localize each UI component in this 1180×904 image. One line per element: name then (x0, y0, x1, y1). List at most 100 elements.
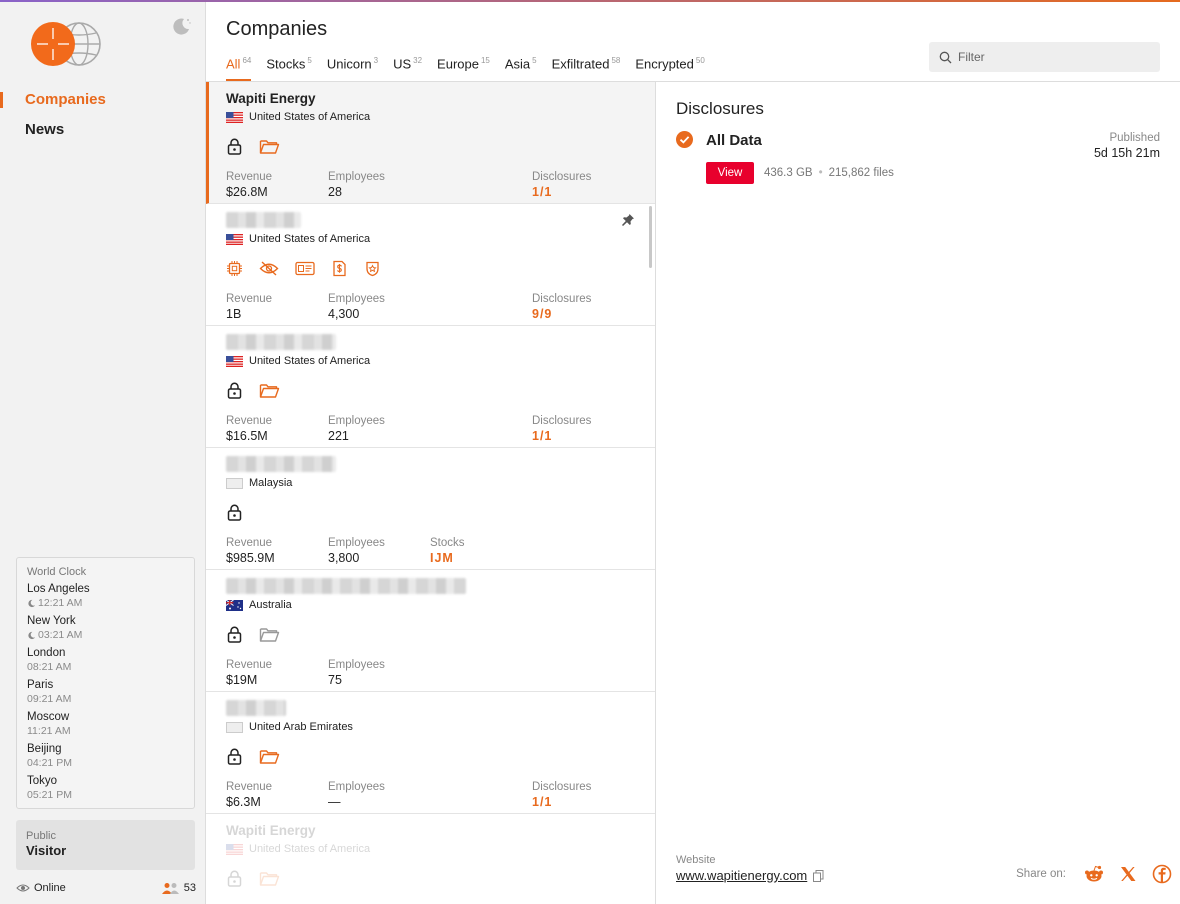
revenue-value: $6.3M (226, 795, 261, 809)
revenue-label: Revenue (226, 293, 273, 305)
clock-city: Moscow (27, 711, 70, 723)
revenue-label: Revenue (226, 659, 273, 671)
tab-count: 5 (307, 56, 312, 65)
tab-label: Unicorn (326, 56, 372, 72)
lock-icon (227, 748, 242, 765)
pin-icon[interactable] (621, 213, 635, 227)
tab-stocks[interactable]: Stocks 5 (266, 54, 311, 81)
website-url: www.wapitienergy.com (676, 868, 808, 883)
australia-flag-icon (226, 599, 243, 611)
tab-encrypted[interactable]: Encrypted 50 (635, 54, 704, 81)
company-card[interactable]: United Arab Emirates Revenue $6.3M Employee… (206, 692, 655, 814)
tab-label: Europe (437, 56, 479, 72)
revenue-value: $26.8M (226, 185, 268, 199)
online-status: Online (16, 882, 66, 894)
tab-asia[interactable]: Asia 5 (505, 54, 537, 81)
company-name-redacted (226, 456, 635, 474)
company-country: United Arab Emirates (226, 720, 635, 734)
reddit-icon[interactable] (1084, 864, 1104, 884)
eye-off-icon (259, 260, 279, 276)
company-country: United States of America (226, 110, 635, 124)
company-list: Wapiti Energy United States of America Rev… (206, 82, 656, 904)
flag-icon (226, 721, 243, 733)
users-icon (161, 883, 179, 894)
sidebar: Companies News World Clock Los Angeles 12… (0, 2, 206, 904)
visitor-role: Public (26, 830, 56, 842)
world-clock: World Clock Los Angeles 12:21 AM New York 0… (16, 557, 195, 809)
lock-icon (227, 870, 242, 887)
tab-europe[interactable]: Europe 15 (437, 54, 490, 81)
website-label: Website (676, 854, 716, 866)
company-country: Malaysia (226, 476, 635, 490)
company-card[interactable]: Wapiti Energy United States of America Rev… (206, 82, 655, 204)
country-name: United Arab Emirates (249, 721, 353, 733)
disclosures-value: 9/9 (532, 307, 553, 321)
country-name: Australia (249, 599, 292, 611)
badge-icon (366, 261, 379, 276)
lock-icon (227, 382, 242, 399)
x-twitter-icon[interactable] (1118, 864, 1138, 884)
folder-icon (259, 749, 280, 764)
disclosures-label: Disclosures (532, 415, 592, 427)
filter-input[interactable] (958, 50, 1148, 64)
disclosures-label: Disclosures (532, 171, 592, 183)
clock-time-value: 11:21 AM (27, 725, 71, 737)
nav-item-news[interactable]: News (6, 118, 206, 148)
chip-icon (227, 260, 242, 276)
revenue-label: Revenue (226, 781, 273, 793)
folder-icon (259, 383, 280, 398)
disclosure-name: All Data (706, 132, 762, 149)
dark-mode-moon-icon[interactable] (172, 16, 192, 36)
company-stats: Revenue $16.5M Employees 221 Disclosures 1/1 (226, 414, 635, 444)
company-card[interactable]: Malaysia Revenue $985.9M Employees 3,800 Stoc… (206, 448, 655, 570)
lock-icon (227, 626, 242, 643)
employees-label: Employees (328, 537, 385, 549)
clock-city: Tokyo (27, 775, 58, 787)
category-tabs: All 64 Stocks 5 Unicorn 3 US 32 Europe 15 Asia 5 Exf… (226, 54, 720, 81)
disclosures-title: Disclosures (676, 99, 764, 118)
company-tags (226, 136, 635, 156)
company-card[interactable]: United States of America Revenue $16.5M Emp… (206, 326, 655, 448)
share-bar: Share on: (1016, 864, 1172, 884)
company-tags (226, 502, 635, 522)
company-name: Wapiti Energy (226, 91, 316, 106)
employees-value: 75 (328, 673, 342, 687)
tab-count: 50 (695, 56, 705, 65)
company-card[interactable]: Australia Revenue $19M Employees 75 (206, 570, 655, 692)
tab-all[interactable]: All 64 (226, 54, 252, 81)
us-flag-icon (226, 843, 243, 855)
company-name-redacted (226, 700, 635, 718)
website-link[interactable]: www.wapitienergy.com (676, 868, 824, 883)
employees-value: — (328, 795, 341, 809)
filter-box[interactable] (929, 42, 1160, 72)
status-bar: Online 53 (16, 880, 196, 896)
view-button[interactable]: View (706, 162, 754, 184)
tab-us[interactable]: US 32 (393, 54, 422, 81)
company-country: United States of America (226, 232, 635, 246)
lock-icon (227, 138, 242, 155)
clock-time: 04:21 PM (27, 756, 184, 770)
employees-value: 28 (328, 185, 342, 199)
night-moon-icon (28, 631, 36, 639)
employees-value: 3,800 (328, 551, 360, 565)
tab-exfiltrated[interactable]: Exfiltrated 58 (552, 54, 621, 81)
visitor-card[interactable]: Public Visitor (16, 820, 195, 870)
revenue-value: $16.5M (226, 429, 268, 443)
list-scrollbar[interactable] (649, 206, 652, 268)
logo[interactable] (24, 20, 114, 72)
us-flag-icon (226, 111, 243, 123)
online-label: Online (34, 882, 66, 894)
facebook-icon[interactable] (1152, 864, 1172, 884)
company-card[interactable]: Wapiti Energy United States of America (206, 814, 655, 904)
tab-unicorn[interactable]: Unicorn 3 (327, 54, 378, 81)
employees-label: Employees (328, 415, 385, 427)
copy-icon[interactable] (813, 869, 824, 882)
file-count: 215,862 files (828, 167, 894, 179)
company-tags (226, 258, 635, 278)
nav-item-companies[interactable]: Companies (0, 88, 206, 118)
company-card[interactable]: United States of America Revenue 1B Employe… (206, 204, 655, 326)
company-stats: Revenue $19M Employees 75 (226, 658, 635, 688)
dollar-document-icon (333, 260, 346, 276)
tab-count: 64 (242, 56, 252, 65)
company-tags (226, 868, 635, 888)
